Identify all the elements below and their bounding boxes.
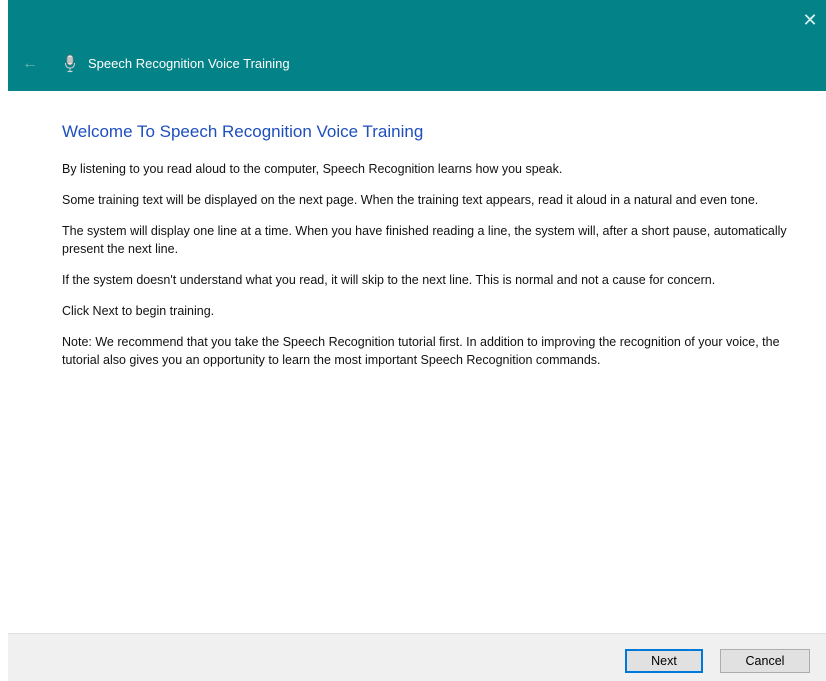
microphone-icon [65, 54, 75, 73]
main-content: Welcome To Speech Recognition Voice Trai… [62, 121, 807, 382]
window-title: Speech Recognition Voice Training [88, 56, 290, 71]
close-button[interactable]: ✕ [794, 0, 826, 40]
tutorial-note-paragraph: Note: We recommend that you take the Spe… [62, 335, 780, 367]
skip-line-paragraph: If the system doesn't understand what yo… [62, 273, 716, 287]
page-heading: Welcome To Speech Recognition Voice Trai… [62, 122, 424, 141]
button-bar: Next Cancel [8, 633, 826, 681]
cancel-button[interactable]: Cancel [720, 649, 810, 673]
title-bar: ✕ ← Speech Recognition Voice Training [8, 0, 826, 91]
intro-paragraph: By listening to you read aloud to the co… [62, 162, 563, 176]
close-icon: ✕ [802, 9, 818, 30]
back-arrow-icon: ← [22, 55, 38, 72]
speech-training-window: ✕ ← Speech Recognition Voice Training We… [0, 0, 826, 681]
back-button[interactable]: ← [22, 56, 42, 72]
training-text-paragraph: Some training text will be displayed on … [62, 193, 759, 207]
next-button[interactable]: Next [625, 649, 703, 673]
click-next-paragraph: Click Next to begin training. [62, 304, 215, 318]
line-display-paragraph: The system will display one line at a ti… [62, 224, 787, 256]
